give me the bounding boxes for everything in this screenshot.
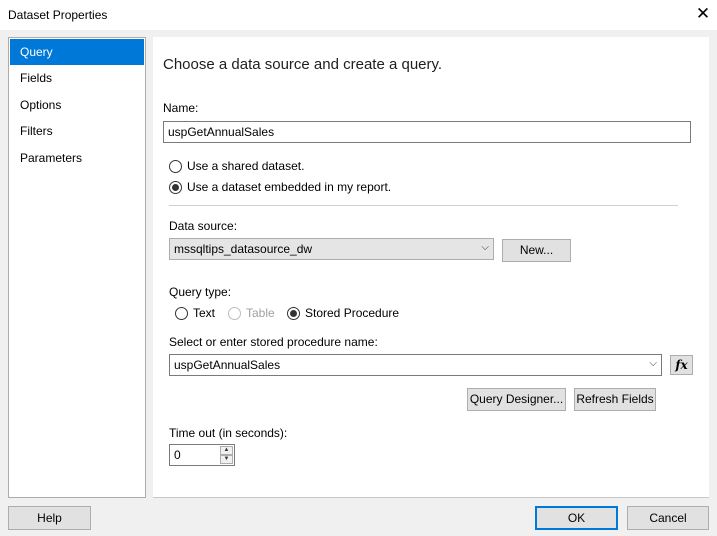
shared-dataset-radio[interactable]	[169, 160, 182, 173]
stepper-up-icon[interactable]: ▲	[220, 446, 233, 455]
timeout-value: 0	[174, 448, 181, 462]
timeout-stepper[interactable]: 0 ▲ ▼	[169, 444, 235, 466]
expression-fx-button[interactable]: fx	[670, 355, 693, 375]
datasource-value: mssqltips_datasource_dw	[174, 242, 313, 256]
query-type-sp-label: Stored Procedure	[305, 306, 400, 320]
name-label: Name:	[163, 101, 199, 115]
shared-dataset-label: Use a shared dataset.	[187, 159, 305, 173]
sp-name-value: uspGetAnnualSales	[174, 358, 281, 372]
query-type-table-radio	[228, 307, 241, 320]
sidebar-item-fields[interactable]: Fields	[10, 65, 144, 91]
sidebar-item-parameters[interactable]: Parameters	[10, 145, 144, 171]
datasource-dropdown[interactable]: mssqltips_datasource_dw ⌵	[169, 238, 494, 260]
panel-divider	[153, 497, 709, 498]
close-icon[interactable]: ✕	[694, 5, 712, 23]
query-type-text-label: Text	[193, 306, 216, 320]
sidebar-item-query[interactable]: Query	[10, 39, 144, 65]
sp-name-combobox[interactable]: uspGetAnnualSales ⌵	[169, 354, 662, 376]
query-type-table-label: Table	[246, 306, 275, 320]
sidebar-nav: Query Fields Options Filters Parameters	[8, 37, 146, 498]
query-type-sp-radio[interactable]	[287, 307, 300, 320]
ok-button[interactable]: OK	[535, 506, 618, 530]
datasource-label: Data source:	[169, 219, 238, 233]
page-heading: Choose a data source and create a query.	[163, 56, 443, 73]
new-datasource-button[interactable]: New...	[502, 239, 571, 262]
embedded-dataset-radio[interactable]	[169, 181, 182, 194]
query-type-text-radio[interactable]	[175, 307, 188, 320]
query-designer-button[interactable]: Query Designer...	[467, 388, 566, 411]
chevron-down-icon: ⌵	[481, 242, 489, 253]
sidebar-item-options[interactable]: Options	[10, 92, 144, 118]
embedded-dataset-label: Use a dataset embedded in my report.	[187, 180, 392, 194]
refresh-fields-button[interactable]: Refresh Fields	[574, 388, 656, 411]
cancel-button[interactable]: Cancel	[627, 506, 709, 530]
stepper-down-icon[interactable]: ▼	[220, 455, 233, 464]
section-divider	[169, 205, 678, 206]
sp-name-label: Select or enter stored procedure name:	[169, 335, 378, 349]
timeout-label: Time out (in seconds):	[169, 426, 288, 440]
title-bar	[0, 0, 717, 30]
sidebar-item-filters[interactable]: Filters	[10, 118, 144, 144]
chevron-down-icon: ⌵	[649, 358, 657, 369]
name-field[interactable]	[163, 121, 691, 143]
query-type-label: Query type:	[169, 285, 232, 299]
help-button[interactable]: Help	[8, 506, 91, 530]
window-title: Dataset Properties	[8, 8, 108, 22]
